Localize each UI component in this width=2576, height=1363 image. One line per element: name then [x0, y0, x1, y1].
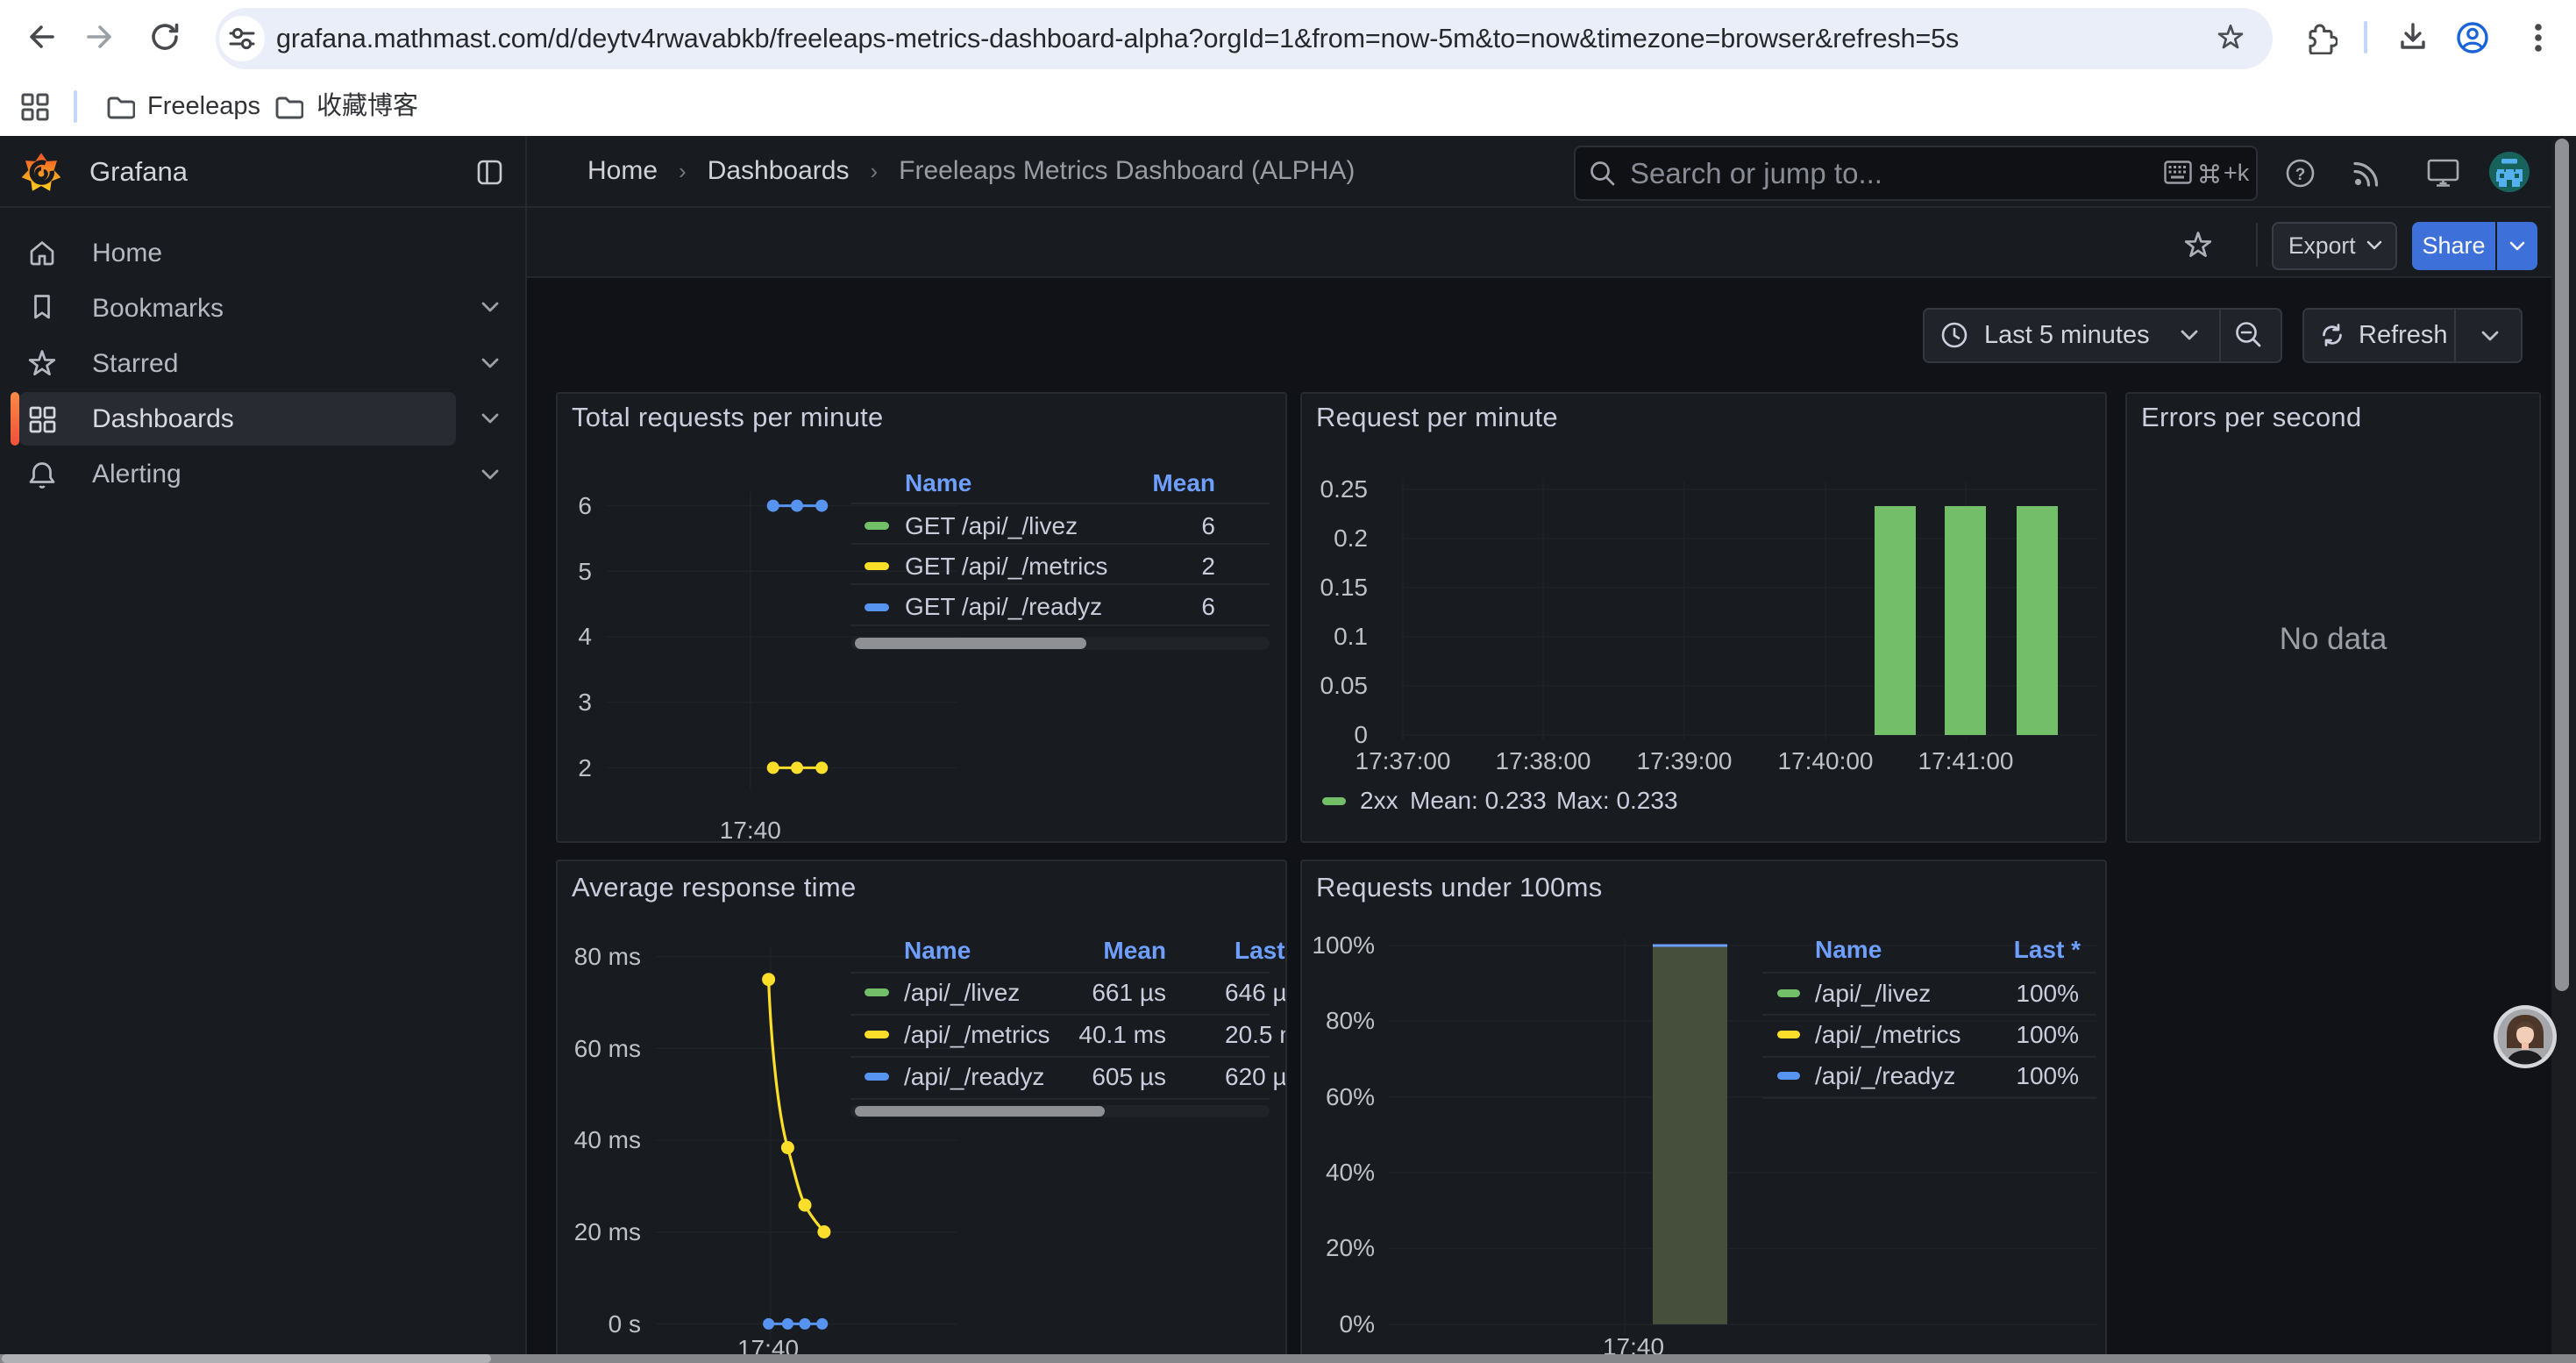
- svg-text:17:40: 17:40: [720, 817, 781, 844]
- svg-text:17:38:00: 17:38:00: [1496, 747, 1591, 774]
- svg-text:0.15: 0.15: [1320, 574, 1369, 601]
- svg-text:17:37:00: 17:37:00: [1356, 747, 1451, 774]
- svg-text:0.1: 0.1: [1334, 623, 1368, 650]
- svg-text:2: 2: [578, 754, 592, 781]
- svg-text:80%: 80%: [1326, 1007, 1375, 1034]
- svg-text:17:40:00: 17:40:00: [1778, 747, 1874, 774]
- svg-text:20 ms: 20 ms: [574, 1218, 641, 1245]
- svg-text:20%: 20%: [1326, 1234, 1375, 1261]
- svg-text:0%: 0%: [1340, 1310, 1375, 1338]
- svg-text:?: ?: [2295, 166, 2306, 184]
- svg-text:17:39:00: 17:39:00: [1637, 747, 1733, 774]
- svg-text:0: 0: [1354, 721, 1368, 748]
- svg-text:100%: 100%: [1312, 931, 1375, 959]
- svg-text:3: 3: [578, 689, 592, 716]
- svg-text:5: 5: [578, 558, 592, 585]
- svg-text:0.2: 0.2: [1334, 525, 1368, 552]
- svg-text:0.25: 0.25: [1320, 475, 1369, 503]
- svg-text:4: 4: [578, 623, 592, 650]
- svg-text:6: 6: [578, 492, 592, 519]
- svg-text:60%: 60%: [1326, 1083, 1375, 1110]
- svg-text:0 s: 0 s: [608, 1310, 641, 1338]
- svg-text:60 ms: 60 ms: [574, 1035, 641, 1062]
- svg-text:40 ms: 40 ms: [574, 1126, 641, 1153]
- svg-text:80 ms: 80 ms: [574, 943, 641, 970]
- svg-text:0.05: 0.05: [1320, 672, 1369, 699]
- svg-text:17:41:00: 17:41:00: [1918, 747, 2014, 774]
- svg-text:40%: 40%: [1326, 1159, 1375, 1186]
